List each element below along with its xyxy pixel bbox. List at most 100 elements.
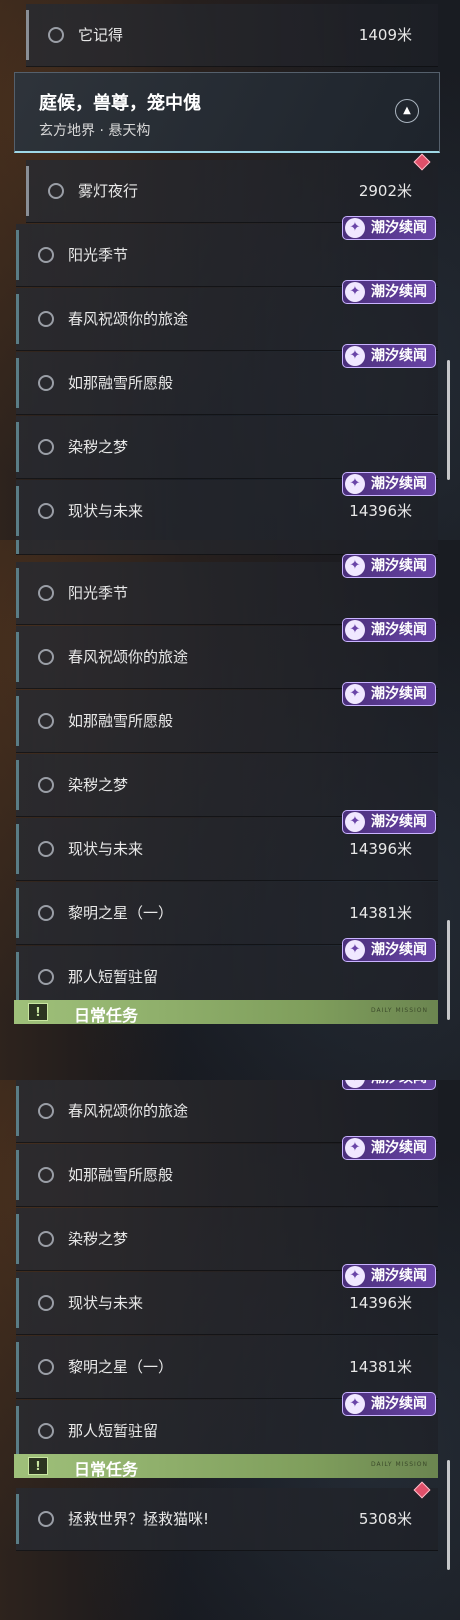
quest-circle-icon [38, 1423, 54, 1439]
collapse-icon[interactable]: ▲ [395, 99, 419, 123]
quest-circle-icon [38, 1231, 54, 1247]
quest-item[interactable]: ✦ 潮汐续闻 如那融雪所愿般 [16, 344, 438, 415]
quest-title: 如那融雪所愿般 [68, 374, 174, 392]
quest-item[interactable]: ✦ 潮汐续闻 如那融雪所愿般 [16, 1136, 438, 1207]
quest-title: 阳光季节 [68, 246, 129, 264]
tide-badge: ✦潮汐续闻 [342, 682, 436, 706]
quest-circle-icon [38, 969, 54, 985]
quest-item[interactable]: 黎明之星（一） 14381米 [16, 1336, 438, 1399]
region-title: 庭候，兽尊，笼中傀 [39, 93, 201, 114]
daily-tasks-header[interactable]: ! 日常任务 DAILY MISSION [14, 1000, 438, 1025]
quest-title: 如那融雪所愿般 [68, 1166, 174, 1184]
quest-item[interactable]: ✦ 潮汐续闻 现状与未来 14396米 [16, 810, 438, 881]
quest-bar [16, 952, 19, 1002]
quest-title: 现状与未来 [68, 840, 144, 858]
quest-bar [16, 1278, 19, 1328]
quest-bar [26, 166, 29, 216]
tide-badge: ✦潮汐续闻 [342, 280, 436, 304]
quest-distance: 2902米 [358, 182, 412, 200]
tide-badge: ✦潮汐续闻 [342, 1264, 436, 1288]
quest-distance: 5308米 [358, 1510, 412, 1528]
quest-panel-3: ✦潮汐续闻 春风祝颂你的旅途 ✦潮汐续闻 如那融雪所愿般 染秽之梦 ✦潮汐续闻 … [0, 1080, 460, 1620]
quest-distance: 14381米 [349, 1358, 412, 1376]
quest-item[interactable]: 雾灯夜行 2902米 [26, 153, 438, 223]
daily-tasks-sublabel: DAILY MISSION [370, 1007, 428, 1014]
quest-title: 雾灯夜行 [78, 182, 139, 200]
quest-item[interactable]: 染秽之梦 [16, 754, 438, 817]
quest-bar [16, 486, 19, 536]
quest-title: 拯救世界？拯救猫咪! [68, 1510, 210, 1528]
quest-bar [16, 632, 19, 682]
quest-title: 现状与未来 [68, 1294, 144, 1312]
quest-title: 如那融雪所愿般 [68, 712, 174, 730]
scrollbar[interactable] [447, 1460, 450, 1570]
tide-quest-icon: ✦ [345, 684, 365, 704]
quest-item[interactable]: ✦ 潮汐续闻 现状与未来 14396米 [16, 1264, 438, 1335]
quest-title: 阳光季节 [68, 584, 129, 602]
quest-bar [16, 358, 19, 408]
tide-quest-icon: ✦ [345, 1394, 365, 1414]
quest-distance: 1409米 [358, 26, 412, 44]
region-subtitle: 玄方地界 · 悬天构 [39, 123, 151, 139]
tide-badge: ✦潮汐续闻 [342, 1080, 436, 1090]
region-header[interactable]: 庭候，兽尊，笼中傀 玄方地界 · 悬天构 ▲ [14, 72, 440, 153]
quest-bar [16, 1406, 19, 1456]
quest-item[interactable]: ✦潮汐续闻 春风祝颂你的旅途 [16, 618, 438, 689]
quest-item[interactable]: 拯救世界？拯救猫咪! 5308米 [16, 1481, 438, 1551]
quest-item[interactable]: ✦潮汐续闻 春风祝颂你的旅途 [16, 1080, 438, 1143]
quest-bar [16, 230, 19, 280]
tide-quest-icon: ✦ [345, 1080, 365, 1088]
quest-title: 染秽之梦 [68, 1230, 129, 1248]
quest-bar [16, 540, 19, 554]
quest-title: 它记得 [78, 26, 124, 44]
quest-bar [16, 760, 19, 810]
quest-item[interactable]: ✦潮汐续闻 春风祝颂你的旅途 [16, 280, 438, 351]
quest-title: 那人短暂驻留 [68, 1422, 159, 1440]
quest-item[interactable]: ✦ 潮汐续闻 现状与未来 14396米 [16, 472, 438, 540]
tide-badge: ✦潮汐续闻 [342, 810, 436, 834]
alert-icon: ! [28, 1457, 48, 1475]
quest-circle-icon [38, 247, 54, 263]
daily-tasks-sublabel: DAILY MISSION [370, 1461, 428, 1468]
quest-circle-icon [38, 1511, 54, 1527]
alert-icon: ! [28, 1003, 48, 1021]
tide-quest-icon: ✦ [345, 1138, 365, 1158]
quest-item[interactable]: ✦ 潮汐续闻 阳光季节 [16, 216, 438, 287]
quest-circle-icon [38, 1359, 54, 1375]
quest-panel-2: ✦ 潮汐续闻 阳光季节 ✦ 潮汐续闻 春风祝颂你的旅途 ✦ 潮汐续闻 如那融雪所愿般 … [0, 540, 460, 1080]
quest-title: 现状与未来 [68, 502, 144, 520]
quest-item[interactable]: 染秽之梦 [16, 1208, 438, 1271]
daily-tasks-label: 日常任务 [74, 1460, 139, 1479]
scrollbar[interactable] [447, 920, 450, 1020]
tide-quest-icon: ✦ [345, 474, 365, 494]
tide-quest-icon: ✦ [345, 812, 365, 832]
daily-tasks-header[interactable]: ! 日常任务 DAILY MISSION [14, 1454, 438, 1479]
quest-title: 春风祝颂你的旅途 [68, 1102, 189, 1120]
quest-item[interactable]: ✦ 潮汐续闻 如那融雪所愿般 [16, 682, 438, 753]
tide-badge: ✦潮汐续闻 [342, 216, 436, 240]
quest-distance: 14396米 [349, 840, 412, 858]
quest-bar [16, 824, 19, 874]
quest-circle-icon [38, 1103, 54, 1119]
quest-bar [16, 1342, 19, 1392]
scrollbar[interactable] [447, 360, 450, 480]
tide-badge: ✦潮汐续闻 [342, 344, 436, 368]
quest-item[interactable]: 黎明之星（一） 14381米 [16, 882, 438, 945]
quest-distance: 14396米 [349, 502, 412, 520]
quest-distance: 14381米 [349, 904, 412, 922]
quest-item-partial [16, 540, 438, 555]
tide-badge: ✦潮汐续闻 [342, 554, 436, 578]
quest-title: 黎明之星（一） [68, 904, 174, 922]
quest-bar [16, 696, 19, 746]
quest-bar [16, 568, 19, 618]
quest-item[interactable]: 它记得 1409米 [26, 4, 438, 67]
daily-tasks-label: 日常任务 [74, 1006, 139, 1025]
quest-item[interactable]: ✦ 潮汐续闻 阳光季节 [16, 554, 438, 625]
tide-quest-icon: ✦ [345, 1266, 365, 1286]
tide-badge: ✦潮汐续闻 [342, 472, 436, 496]
quest-panel-1: 它记得 1409米 庭候，兽尊，笼中傀 玄方地界 · 悬天构 ▲ 雾灯夜行 29… [0, 0, 460, 540]
quest-bar [16, 1086, 19, 1136]
quest-item[interactable]: 染秽之梦 [16, 416, 438, 479]
quest-bar [16, 1150, 19, 1200]
quest-circle-icon [38, 585, 54, 601]
